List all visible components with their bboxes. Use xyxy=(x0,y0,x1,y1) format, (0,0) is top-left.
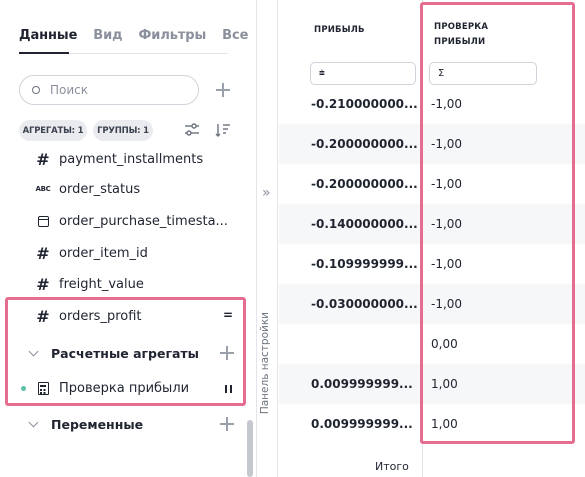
number-icon: # xyxy=(36,274,50,294)
scrollbar[interactable] xyxy=(247,420,253,477)
settings-panel-collapsed: » Панель настройки xyxy=(256,0,278,477)
add-variable-plus-icon[interactable] xyxy=(219,416,235,432)
field-freight-value[interactable]: # freight_value xyxy=(34,269,144,299)
field-order-item-id[interactable]: # order_item_id xyxy=(34,238,148,268)
column-title: ПРИБЫЛЬ xyxy=(314,24,365,35)
check-cell: -1,00 xyxy=(431,217,463,231)
field-label: payment_installments xyxy=(59,151,204,167)
check-cell: -1,00 xyxy=(431,177,463,191)
sigma-icon: Σ xyxy=(438,68,445,79)
group-variables[interactable]: Переменные xyxy=(28,411,144,437)
table-row: -0.109999999... -1,00 xyxy=(279,244,585,284)
profit-cell: -0.030000000... xyxy=(311,297,418,311)
text-type-icon: ABC xyxy=(35,185,51,193)
filter-icon: ⩧ xyxy=(319,68,325,79)
column-header-profit-check[interactable]: ПРОВЕРКА ПРИБЫЛИ xyxy=(434,20,544,50)
table-row: -0.030000000... -1,00 xyxy=(279,284,585,324)
tab-view[interactable]: Вид xyxy=(93,28,122,49)
add-calculated-plus-icon[interactable] xyxy=(219,345,235,361)
check-cell: 0,00 xyxy=(431,337,458,351)
tab-all[interactable]: Все xyxy=(222,28,248,49)
number-icon: # xyxy=(36,306,50,326)
sort-icon[interactable] xyxy=(215,122,231,137)
search-field[interactable] xyxy=(19,75,199,105)
settings-sliders-icon[interactable] xyxy=(184,122,200,136)
calc-item-profit-check[interactable]: Проверка прибыли xyxy=(34,373,189,403)
calendar-icon xyxy=(34,215,52,227)
profit-cell: 0.009999999... xyxy=(311,377,413,391)
field-label: order_status xyxy=(59,181,141,197)
field-order-status[interactable]: ABC order_status xyxy=(34,174,141,204)
search-icon xyxy=(32,86,40,94)
field-label: orders_profit xyxy=(59,308,142,324)
table-row: 0.009999999... 1,00 xyxy=(279,364,585,404)
field-label: order_purchase_timesta... xyxy=(59,213,228,229)
status-dot xyxy=(21,386,26,391)
group-label: Переменные xyxy=(51,416,144,432)
check-cell: 1,00 xyxy=(431,377,458,391)
chevron-down-icon xyxy=(28,346,39,356)
field-label: freight_value xyxy=(59,276,144,292)
search-input[interactable] xyxy=(50,83,180,97)
filter-profit[interactable]: ⩧ xyxy=(310,62,416,85)
check-cell: 1,00 xyxy=(431,417,458,431)
groups-chip[interactable]: ГРУППЫ: 1 xyxy=(93,120,153,141)
profit-cell: -0.109999999... xyxy=(311,257,418,271)
group-label: Расчетные агрегаты xyxy=(51,345,199,361)
table-row: -0.210000000... -1,00 xyxy=(279,84,585,124)
aggregates-chip[interactable]: АГРЕГАТЫ: 1 xyxy=(19,120,87,141)
panel-tabs: Данные Вид Фильтры Все xyxy=(19,28,248,49)
field-label: order_item_id xyxy=(59,245,148,261)
profit-cell: 0.009999999... xyxy=(311,417,413,431)
check-cell: -1,00 xyxy=(431,297,463,311)
calculator-icon xyxy=(34,381,52,395)
add-field-plus-icon[interactable] xyxy=(215,82,231,98)
field-order-purchase-timestamp[interactable]: order_purchase_timesta... xyxy=(34,206,228,236)
table-row: 0,00 xyxy=(279,324,585,364)
table-row: -0.140000000... -1,00 xyxy=(279,204,585,244)
preview-table: ПРИБЫЛЬ ПРОВЕРКА ПРИБЫЛИ ⩧ Σ -0.21000000… xyxy=(279,0,585,477)
active-tab-indicator xyxy=(19,52,69,54)
column-header-profit[interactable]: ПРИБЫЛЬ xyxy=(314,0,414,60)
profit-cell: -0.200000000... xyxy=(311,137,418,151)
chevron-down-icon xyxy=(28,417,39,427)
data-panel: Данные Вид Фильтры Все АГРЕГАТЫ: 1 ГРУПП… xyxy=(0,0,256,477)
aggregation-mark[interactable]: = xyxy=(223,308,233,322)
table-row: 0.009999999... 1,00 xyxy=(279,404,585,444)
expand-panel-icon[interactable]: » xyxy=(262,186,271,200)
column-divider xyxy=(422,0,423,477)
profit-cell: -0.200000000... xyxy=(311,177,418,191)
settings-panel-label[interactable]: Панель настройки xyxy=(259,312,275,414)
check-cell: -1,00 xyxy=(431,137,463,151)
table-row: -0.200000000... -1,00 xyxy=(279,124,585,164)
calc-item-label: Проверка прибыли xyxy=(59,380,190,396)
group-calculated-aggregates[interactable]: Расчетные агрегаты xyxy=(28,340,199,366)
profit-cell: -0.210000000... xyxy=(311,97,418,111)
check-cell: -1,00 xyxy=(431,97,463,111)
column-title: ПРОВЕРКА ПРИБЫЛИ xyxy=(434,22,489,47)
drag-handle-icon[interactable] xyxy=(225,385,232,393)
total-label: Итого xyxy=(375,460,409,473)
profit-cell: -0.140000000... xyxy=(311,217,418,231)
field-orders-profit[interactable]: # orders_profit xyxy=(34,301,142,331)
filter-profit-check[interactable]: Σ xyxy=(429,62,537,85)
tab-filters[interactable]: Фильтры xyxy=(139,28,207,49)
table-row: -0.200000000... -1,00 xyxy=(279,164,585,204)
check-cell: -1,00 xyxy=(431,257,463,271)
field-payment-installments[interactable]: # payment_installments xyxy=(34,144,203,174)
number-icon: # xyxy=(36,149,50,169)
number-icon: # xyxy=(36,243,50,263)
tab-data[interactable]: Данные xyxy=(19,28,77,49)
